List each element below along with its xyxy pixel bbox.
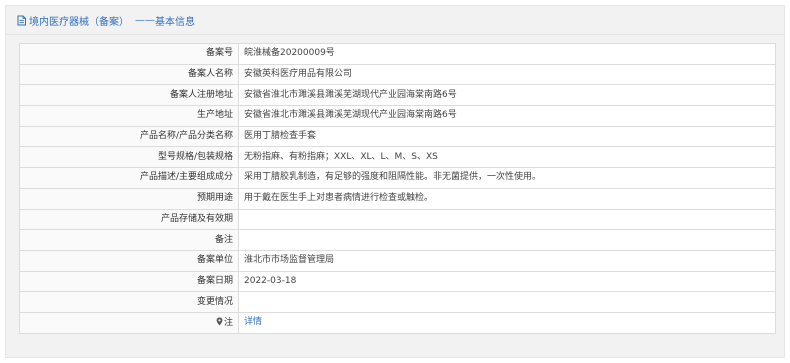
storage-validity-value — [238, 208, 776, 231]
table-row: 产品名称/产品分类名称 医用丁腈检查手套 — [19, 125, 776, 148]
filer-name-label: 备案人名称 — [19, 63, 239, 86]
table-row: 产品存储及有效期 — [19, 208, 776, 231]
note-label: 注 — [19, 311, 239, 334]
model-spec-label: 型号规格/包装规格 — [19, 146, 239, 169]
intended-use-label: 预期用途 — [19, 187, 239, 210]
table-row: 备案号 皖淮械备20200009号 — [19, 43, 776, 65]
record-panel: 境内医疗器械（备案） —— 基本信息 备案号 皖淮械备20200009号 备案人名称… — [5, 5, 785, 358]
change-status-label-text: 变更情况 — [196, 296, 233, 307]
storage-validity-label: 产品存储及有效期 — [19, 208, 239, 231]
intended-use-value: 用于戴在医生手上对患者病情进行检查或触检。 — [238, 187, 776, 210]
filing-date-label: 备案日期 — [19, 270, 239, 293]
table-row: 备案日期 2022-03-18 — [19, 270, 776, 293]
production-address-label-text: 生产地址 — [196, 110, 233, 121]
note-value[interactable]: 详情 — [238, 311, 776, 334]
change-status-value — [238, 291, 776, 313]
panel-header: 境内医疗器械（备案） —— 基本信息 — [6, 6, 784, 35]
page-title-link[interactable]: 境内医疗器械（备案） — [29, 13, 129, 28]
filing-date-label-text: 备案日期 — [196, 275, 233, 286]
intended-use-label-text: 预期用途 — [196, 193, 233, 204]
production-address-label: 生产地址 — [19, 105, 239, 127]
title-separator: —— — [135, 14, 155, 26]
filing-date-value: 2022-03-18 — [238, 270, 776, 293]
filing-unit-value: 淮北市市场监督管理局 — [238, 249, 776, 272]
remarks-label: 备注 — [19, 229, 239, 251]
product-name-value: 医用丁腈检查手套 — [238, 125, 776, 148]
filing-unit-label-text: 备案单位 — [196, 255, 233, 266]
section-title: 基本信息 — [155, 16, 195, 28]
filer-name-label-text: 备案人名称 — [187, 69, 233, 80]
storage-validity-label-text: 产品存储及有效期 — [160, 213, 233, 224]
model-spec-label-text: 型号规格/包装规格 — [157, 151, 233, 162]
product-description-value: 采用丁腈胶乳制造，有足够的强度和阻隔性能。非无菌提供，一次性使用。 — [238, 167, 776, 189]
filer-address-value: 安徽省淮北市濉溪县濉溪芜湖现代产业园海棠南路6号 — [238, 84, 776, 107]
product-description-label-text: 产品描述/主要组成成分 — [139, 172, 233, 183]
table-row: 备案单位 淮北市市场监督管理局 — [19, 249, 776, 272]
table-row: 变更情况 — [19, 291, 776, 313]
location-pin-icon — [216, 317, 223, 326]
model-spec-value: 无粉指麻、有粉指麻；XXL、XL、L、M、S、XS — [238, 146, 776, 169]
record-number-label: 备案号 — [19, 43, 239, 65]
info-table-wrapper: 备案号 皖淮械备20200009号 备案人名称 安徽英科医疗用品有限公司 备案人注册地址… — [19, 43, 776, 334]
remarks-label-text: 备注 — [214, 234, 233, 245]
filer-address-label-text: 备案人注册地址 — [169, 89, 233, 100]
filing-unit-label: 备案单位 — [19, 249, 239, 272]
filer-name-value: 安徽英科医疗用品有限公司 — [238, 63, 776, 86]
table-row: 注详情 — [19, 311, 776, 334]
table-row: 备案人名称 安徽英科医疗用品有限公司 — [19, 63, 776, 86]
table-row: 预期用途 用于戴在医生手上对患者病情进行检查或触检。 — [19, 187, 776, 210]
product-description-label: 产品描述/主要组成成分 — [19, 167, 239, 189]
table-row: 备注 — [19, 229, 776, 251]
record-number-label-text: 备案号 — [205, 48, 233, 59]
table-row: 备案人注册地址 安徽省淮北市濉溪县濉溪芜湖现代产业园海棠南路6号 — [19, 84, 776, 107]
note-label-text: 注 — [223, 317, 233, 328]
change-status-label: 变更情况 — [19, 291, 239, 313]
document-icon — [16, 15, 27, 26]
production-address-value: 安徽省淮北市濉溪县濉溪芜湖现代产业园海棠南路6号 — [238, 105, 776, 127]
record-number-value: 皖淮械备20200009号 — [238, 43, 776, 65]
product-name-label: 产品名称/产品分类名称 — [19, 125, 239, 148]
table-row: 生产地址 安徽省淮北市濉溪县濉溪芜湖现代产业园海棠南路6号 — [19, 105, 776, 127]
product-name-label-text: 产品名称/产品分类名称 — [139, 131, 233, 142]
table-row: 产品描述/主要组成成分 采用丁腈胶乳制造，有足够的强度和阻隔性能。非无菌提供，一次… — [19, 167, 776, 189]
table-row: 型号规格/包装规格 无粉指麻、有粉指麻；XXL、XL、L、M、S、XS — [19, 146, 776, 169]
filer-address-label: 备案人注册地址 — [19, 84, 239, 107]
remarks-value — [238, 229, 776, 251]
info-table: 备案号 皖淮械备20200009号 备案人名称 安徽英科医疗用品有限公司 备案人注册地址… — [19, 43, 776, 334]
